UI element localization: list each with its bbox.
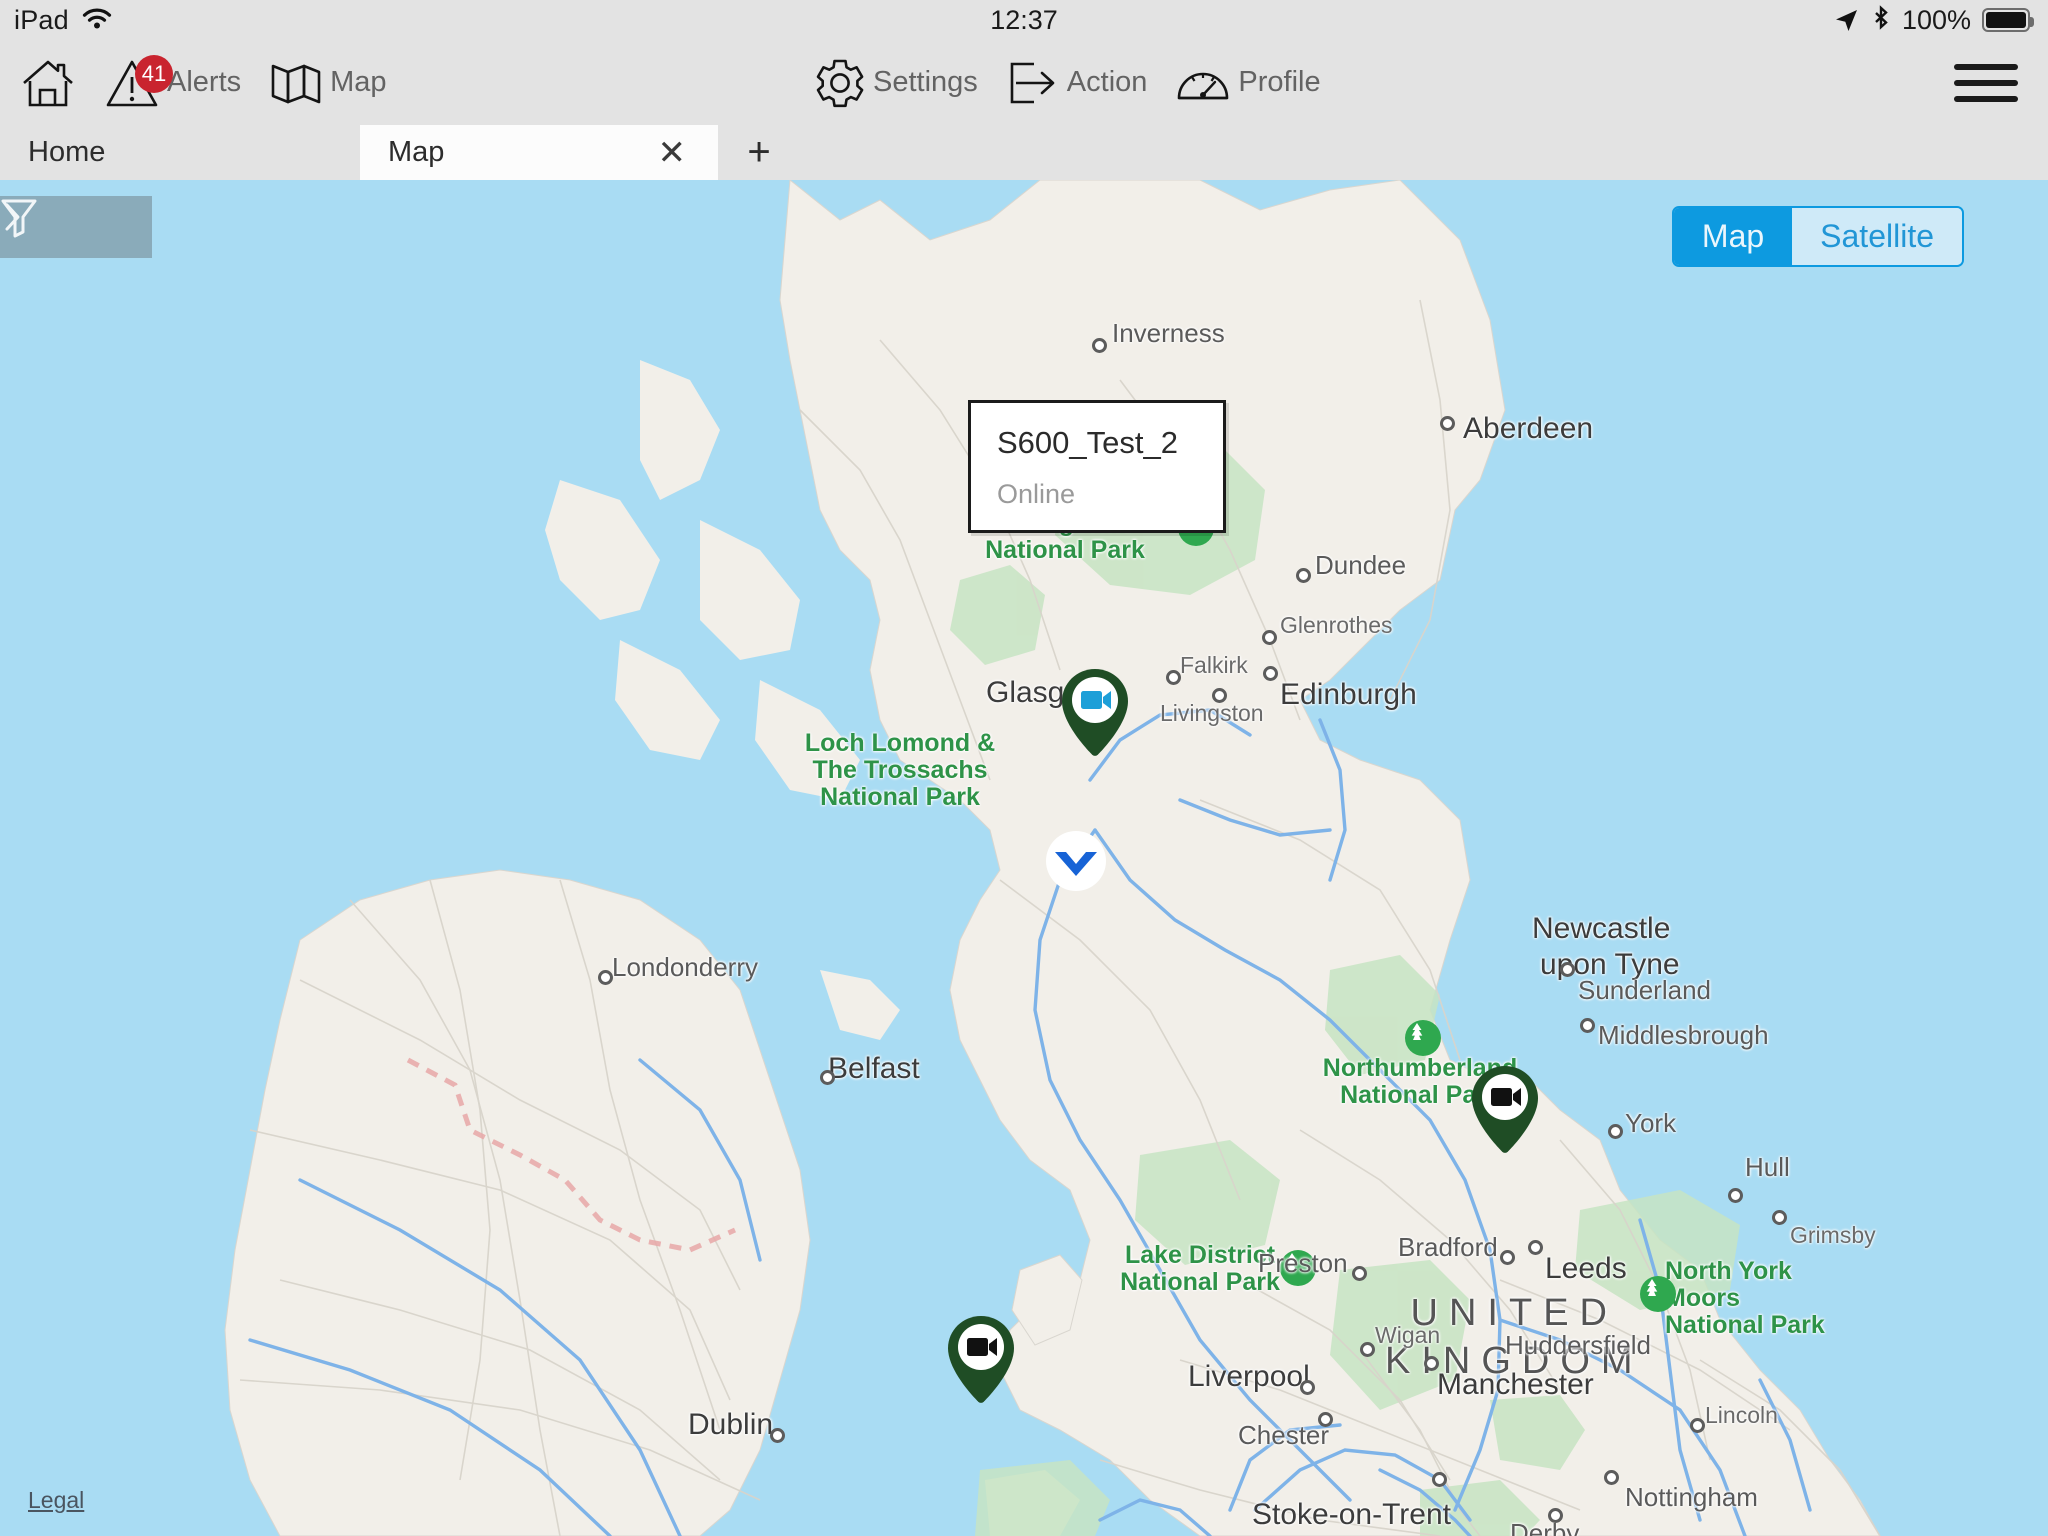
map-view-option-satellite[interactable]: Satellite bbox=[1792, 208, 1962, 265]
map-geometry bbox=[224, 180, 1881, 1536]
map-canvas[interactable]: UNITED KINGDOM Cairngorms National Park … bbox=[0, 180, 2048, 1536]
profile-label: Profile bbox=[1238, 66, 1321, 98]
map-folded-icon bbox=[271, 64, 321, 103]
new-tab-button[interactable]: + bbox=[718, 125, 800, 180]
home-icon bbox=[23, 60, 73, 106]
profile-button[interactable]: Profile bbox=[1161, 60, 1334, 106]
popup-status: Online bbox=[997, 479, 1076, 509]
battery-full-icon bbox=[1982, 8, 2034, 32]
hamburger-menu-icon[interactable] bbox=[1954, 63, 2018, 102]
logout-arrow-icon bbox=[1010, 62, 1055, 103]
tab-home-label: Home bbox=[28, 136, 106, 168]
hamburger-bar bbox=[1954, 79, 2018, 86]
close-icon[interactable]: ✕ bbox=[654, 136, 691, 170]
app-toolbar: 41 Alerts Map Settings Action Profile bbox=[0, 40, 2048, 125]
settings-label: Settings bbox=[873, 66, 978, 98]
marker-info-popup[interactable]: S600_Test_2 Online bbox=[968, 400, 1226, 533]
alerts-label: Alerts bbox=[167, 66, 242, 98]
popup-title: S600_Test_2 bbox=[997, 425, 1178, 460]
chevron-right-icon[interactable] bbox=[0, 196, 26, 238]
hamburger-bar bbox=[1954, 63, 2018, 70]
map-view-option-map[interactable]: Map bbox=[1673, 208, 1793, 265]
map-button[interactable]: Map bbox=[255, 58, 400, 108]
map-label: Map bbox=[330, 66, 387, 98]
tab-bar: Home Map ✕ + bbox=[0, 125, 2048, 180]
tab-map-label: Map bbox=[388, 136, 445, 168]
tab-home[interactable]: Home bbox=[0, 125, 360, 180]
map-filter-panel[interactable] bbox=[0, 196, 152, 258]
toolbar-left-group: 41 Alerts Map bbox=[6, 54, 401, 109]
legal-link[interactable]: Legal bbox=[28, 1487, 84, 1514]
action-button[interactable]: Action bbox=[992, 58, 1162, 108]
alerts-badge: 41 bbox=[135, 54, 173, 93]
action-label: Action bbox=[1066, 66, 1148, 98]
clock-label: 12:37 bbox=[990, 4, 1058, 35]
settings-button[interactable]: Settings bbox=[800, 57, 992, 109]
gear-icon bbox=[816, 59, 864, 107]
toolbar-center-group: Settings Action Profile bbox=[800, 57, 1335, 109]
ios-status-bar: iPad 12:37 100% bbox=[0, 0, 2048, 40]
map-view-toggle[interactable]: Map Satellite bbox=[1671, 206, 1964, 267]
hamburger-bar bbox=[1954, 95, 2018, 102]
home-button[interactable] bbox=[6, 57, 90, 109]
alerts-button[interactable]: 41 Alerts bbox=[90, 54, 255, 109]
tab-map[interactable]: Map ✕ bbox=[360, 125, 718, 180]
gauge-icon bbox=[1178, 72, 1229, 99]
